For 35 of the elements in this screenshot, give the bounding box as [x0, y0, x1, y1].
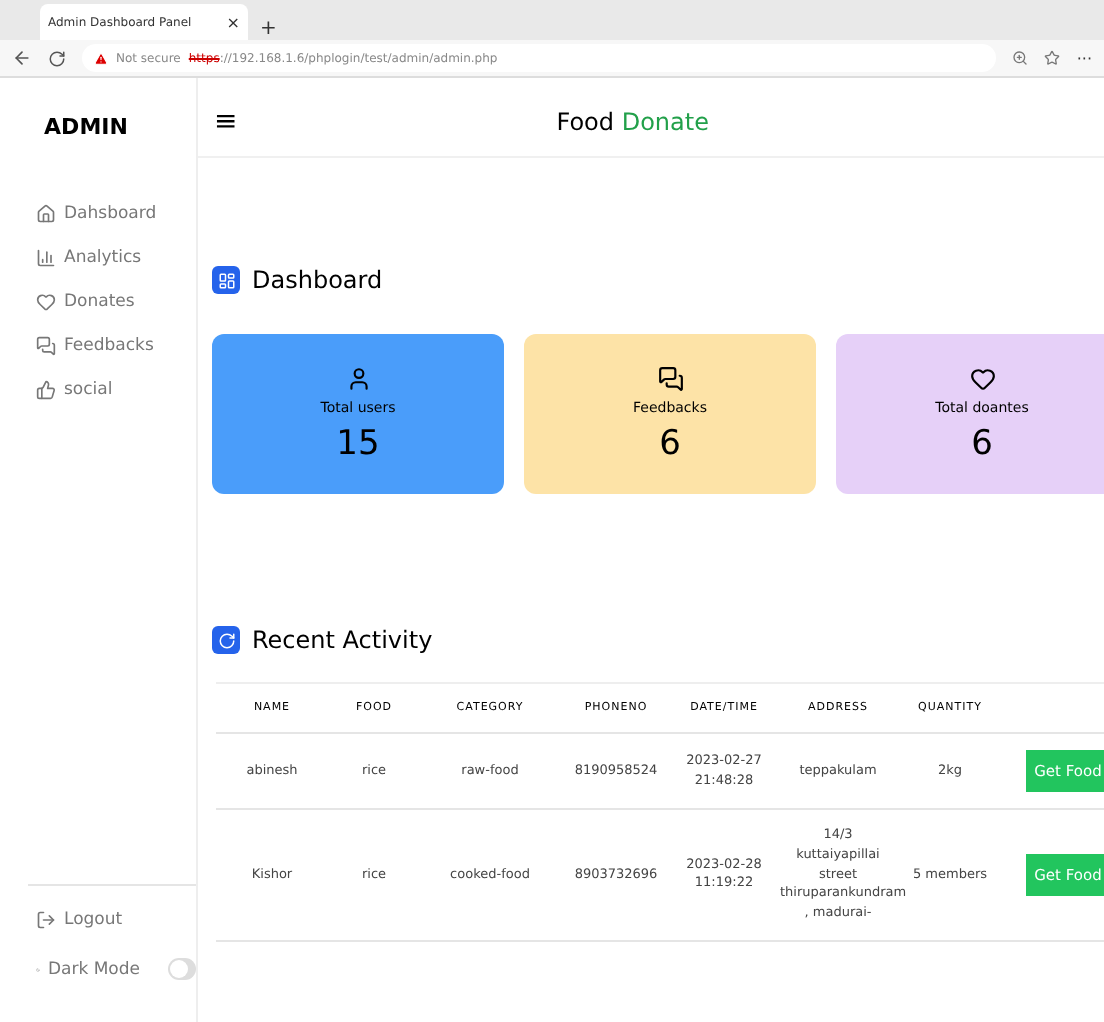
user-icon [345, 365, 371, 391]
stat-value: 6 [659, 423, 681, 463]
dark-mode-toggle[interactable] [168, 958, 196, 980]
section-title: Dashboard [252, 266, 383, 294]
activity-icon [212, 626, 240, 654]
chat-icon [36, 336, 56, 356]
dashboard-icon [212, 266, 240, 294]
new-tab-button[interactable]: + [260, 18, 277, 40]
page-title: Food Donate [554, 108, 711, 136]
logout-link[interactable]: Logout [36, 910, 196, 930]
stat-value: 6 [971, 423, 993, 463]
sidebar-item[interactable]: Analytics [36, 248, 196, 268]
sidebar-item[interactable]: social [36, 380, 196, 400]
zoom-icon[interactable] [1012, 50, 1029, 66]
sidebar-item[interactable]: Donates [36, 292, 196, 312]
brand-title: ADMIN [42, 114, 130, 140]
sidebar-item[interactable]: Dahsboard [36, 204, 196, 224]
star-icon[interactable] [1044, 50, 1061, 66]
home-icon [36, 204, 56, 224]
more-button[interactable]: ··· [1076, 49, 1092, 67]
chart-icon [36, 248, 56, 268]
heart-icon [969, 365, 995, 391]
menu-button[interactable]: ≡ [214, 106, 238, 138]
logout-icon [36, 910, 56, 930]
heart-icon [36, 292, 56, 312]
chat-icon [657, 365, 683, 391]
warning-icon [94, 51, 108, 65]
thumbs-up-icon [36, 380, 56, 400]
back-icon[interactable] [12, 48, 32, 68]
stat-value: 15 [336, 423, 380, 463]
reload-icon[interactable] [48, 49, 66, 67]
section-title: Recent Activity [252, 626, 433, 654]
tab-close[interactable]: × [226, 13, 240, 31]
dark-mode-label: Dark Mode [47, 959, 140, 979]
sidebar-item[interactable]: Feedbacks [36, 336, 196, 356]
